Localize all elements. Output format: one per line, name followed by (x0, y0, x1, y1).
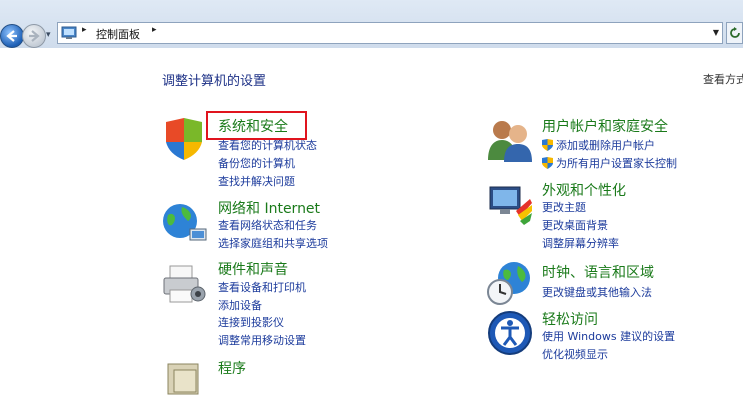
link-network-status[interactable]: 查看网络状态和任务 (218, 217, 317, 233)
category-title-hardware-sound[interactable]: 硬件和声音 (218, 259, 288, 279)
link-change-background[interactable]: 更改桌面背景 (542, 217, 608, 233)
forward-button[interactable] (22, 24, 46, 48)
users-icon (488, 121, 532, 162)
ease-of-access-icon (488, 311, 532, 355)
link-mobility-settings[interactable]: 调整常用移动设置 (218, 332, 306, 348)
programs-icon (167, 363, 199, 395)
address-dropdown-icon[interactable]: ▼ (713, 28, 719, 37)
breadcrumb-control-panel[interactable]: 控制面板 (96, 26, 140, 42)
category-title-programs[interactable]: 程序 (218, 358, 246, 378)
link-troubleshoot[interactable]: 查找并解决问题 (218, 173, 295, 189)
link-devices-printers[interactable]: 查看设备和打印机 (218, 279, 306, 295)
back-button[interactable] (0, 24, 24, 48)
printer-icon (163, 265, 206, 303)
link-parental-controls[interactable]: 为所有用户设置家长控制 (542, 155, 677, 171)
uac-shield-icon (542, 139, 553, 151)
breadcrumb-separator[interactable]: ▸ (82, 25, 87, 35)
refresh-icon (730, 27, 740, 38)
monitor-paint-icon (489, 186, 532, 225)
address-input[interactable]: ▸ 控制面板 ▸ ▼ (57, 22, 723, 44)
network-globe-icon (163, 204, 207, 241)
category-title-appearance[interactable]: 外观和个性化 (542, 180, 626, 200)
recent-pages-dropdown[interactable]: ▾ (46, 30, 51, 40)
link-screen-resolution[interactable]: 调整屏幕分辨率 (542, 235, 619, 251)
link-connect-projector[interactable]: 连接到投影仪 (218, 314, 284, 330)
page-title: 调整计算机的设置 (162, 74, 267, 89)
category-title-ease-of-access[interactable]: 轻松访问 (542, 309, 598, 329)
link-add-device[interactable]: 添加设备 (218, 297, 262, 313)
category-title-network[interactable]: 网络和 Internet (218, 198, 320, 218)
highlight-box (206, 111, 307, 140)
breadcrumb-separator[interactable]: ▸ (152, 25, 157, 35)
link-optimize-display[interactable]: 优化视频显示 (542, 346, 608, 362)
view-by-label[interactable]: 查看方式 (703, 71, 743, 87)
link-homegroup-sharing[interactable]: 选择家庭组和共享选项 (218, 235, 328, 251)
refresh-button[interactable] (726, 22, 743, 44)
category-title-clock-region[interactable]: 时钟、语言和区域 (542, 262, 654, 282)
link-change-theme[interactable]: 更改主题 (542, 199, 586, 215)
arrow-right-icon (29, 30, 40, 42)
arrow-left-icon (6, 30, 17, 42)
shield-flag-icon (166, 118, 202, 160)
link-backup-computer[interactable]: 备份您的计算机 (218, 155, 295, 171)
link-change-keyboard[interactable]: 更改键盘或其他输入法 (542, 284, 652, 300)
control-panel-icon (61, 26, 77, 39)
link-add-remove-accounts-label[interactable]: 添加或删除用户帐户 (556, 139, 655, 152)
link-windows-recommended-settings[interactable]: 使用 Windows 建议的设置 (542, 328, 675, 344)
uac-shield-icon (542, 157, 553, 169)
address-bar-area: ▾ ▸ 控制面板 ▸ ▼ (0, 0, 743, 48)
link-parental-controls-label[interactable]: 为所有用户设置家长控制 (556, 157, 677, 170)
category-title-user-accounts[interactable]: 用户帐户和家庭安全 (542, 116, 668, 136)
link-add-remove-accounts[interactable]: 添加或删除用户帐户 (542, 137, 655, 153)
clock-globe-icon (487, 262, 530, 305)
